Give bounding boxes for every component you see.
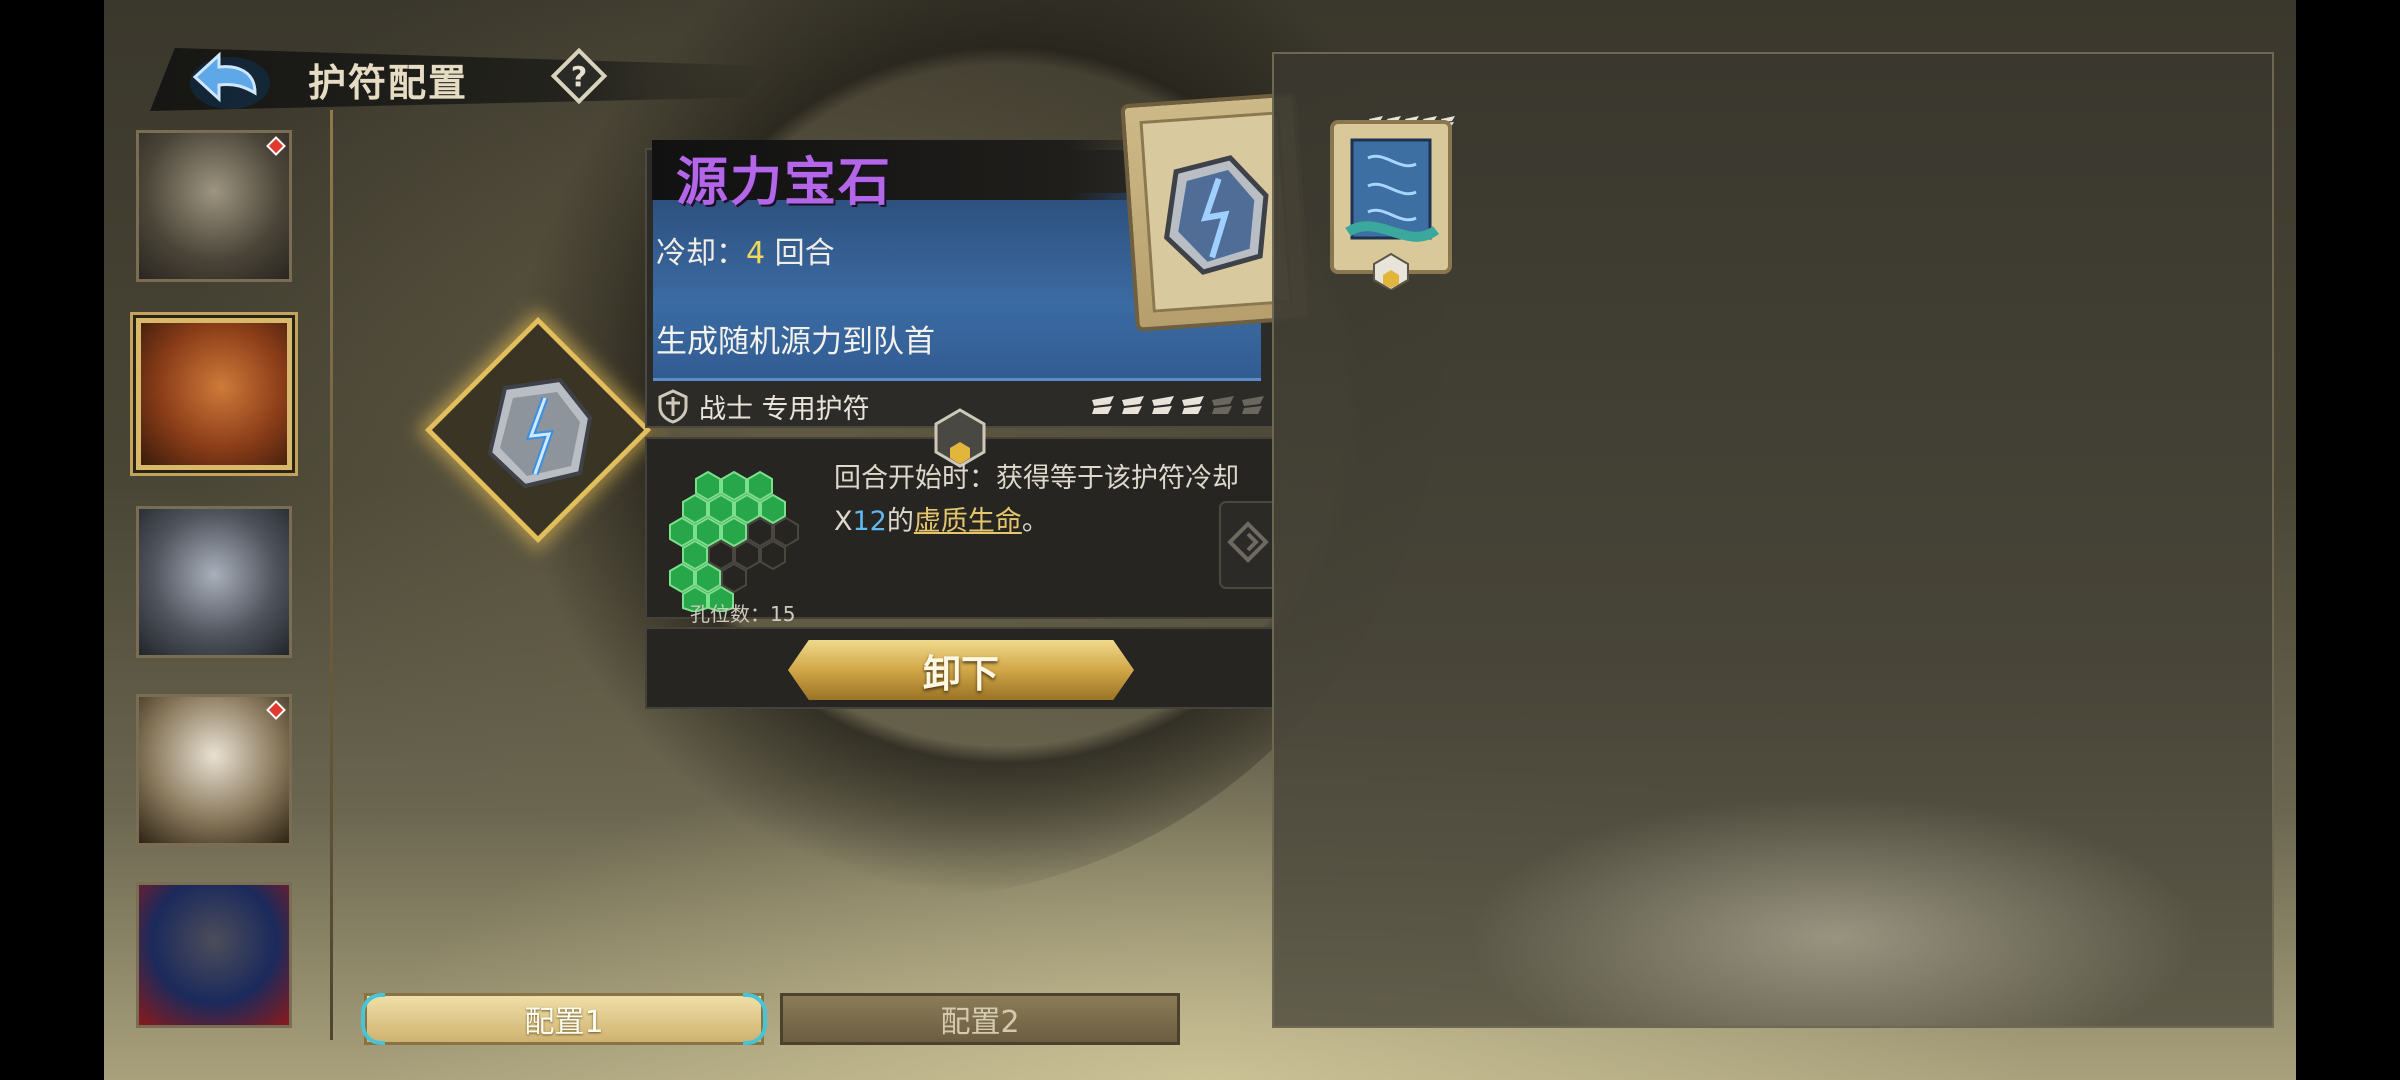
- item-effect: 生成随机源力到队首: [656, 324, 935, 360]
- cooldown-label: 冷却：: [656, 236, 746, 271]
- tab-config-1-label: 配置1: [524, 1005, 604, 1040]
- inventory-charm-card[interactable]: [1328, 112, 1454, 290]
- tab-config-2[interactable]: 配置2: [780, 993, 1180, 1045]
- back-arrow-icon: [190, 51, 270, 109]
- page-title: 护符配置: [308, 60, 469, 105]
- item-class-row: 战士 专用护符: [655, 388, 870, 425]
- roster-portrait-2[interactable]: [136, 318, 292, 470]
- panel-fog: [1274, 706, 2272, 1026]
- flame-warrior-portrait: [141, 323, 287, 465]
- roster-portrait-1[interactable]: [136, 130, 292, 282]
- rarity-star-icon: [1150, 392, 1176, 416]
- socket-effect-suffix: 。: [1021, 506, 1049, 537]
- beast-warrior-portrait: [139, 133, 289, 279]
- rarity-star-icon: [1180, 392, 1206, 416]
- rarity-star-icon: [1120, 392, 1146, 416]
- tab-config-2-label: 配置2: [940, 1005, 1020, 1040]
- cooldown-unit: 回合: [765, 236, 835, 271]
- rarity-star-icon: [1090, 392, 1116, 416]
- tab-cap-right: [743, 993, 767, 1045]
- slot-count: 孔位数：15: [690, 602, 796, 626]
- rarity-star-empty-icon: [1210, 392, 1236, 416]
- item-card-inner: [1139, 111, 1293, 313]
- item-class-label: 战士 专用护符: [699, 393, 870, 425]
- source-gem-icon: [487, 377, 593, 489]
- masked-figure-portrait: [139, 885, 289, 1025]
- rarity-star-empty-icon: [1240, 392, 1266, 416]
- svg-text:?: ?: [571, 60, 587, 93]
- socket-hex-grid: [669, 470, 799, 612]
- socket-effect-text: 回合开始时：获得等于该护符冷却X12的虚质生命。: [834, 457, 1264, 543]
- item-name: 源力宝石: [676, 152, 893, 213]
- white-hair-girl-portrait: [139, 697, 289, 843]
- roster-portrait-4[interactable]: [136, 694, 292, 846]
- sidebar-divider: [330, 110, 333, 1040]
- unequip-button[interactable]: 卸下: [788, 640, 1134, 700]
- unequip-button-label: 卸下: [922, 651, 999, 696]
- warrior-class-icon: [658, 389, 688, 424]
- roster-portrait-5[interactable]: [136, 882, 292, 1028]
- tab-config-1[interactable]: 配置1: [361, 993, 767, 1045]
- help-button[interactable]: ?: [547, 44, 611, 108]
- side-rune-icon[interactable]: [1218, 500, 1278, 590]
- socket-effect-mid: 的: [886, 506, 914, 537]
- item-cooldown: 冷却：4 回合: [656, 228, 835, 272]
- item-rarity-stars: [1090, 392, 1266, 416]
- cooldown-value: 4: [746, 236, 766, 271]
- socket-effect-value: 12: [852, 506, 887, 537]
- back-button[interactable]: [185, 45, 275, 115]
- question-icon: ?: [550, 47, 608, 105]
- roster-portrait-3[interactable]: [136, 506, 292, 658]
- tab-cap-left: [361, 993, 385, 1045]
- illusory-life-link[interactable]: 虚质生命: [914, 506, 1022, 537]
- armored-knight-portrait: [139, 509, 289, 655]
